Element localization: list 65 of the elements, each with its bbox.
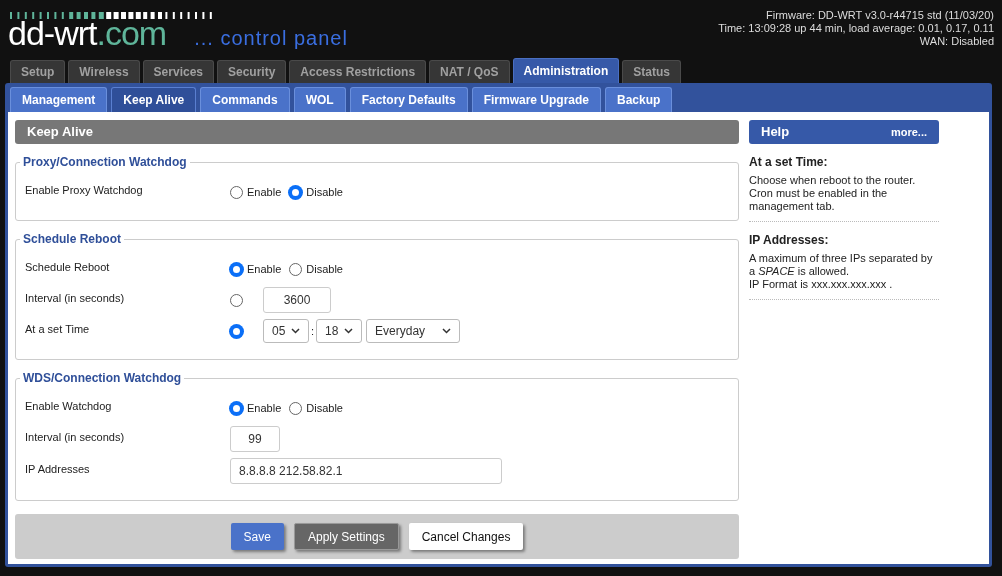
help-title: Help: [761, 123, 790, 142]
radio-button[interactable]: [230, 401, 243, 415]
radio-label: Enable: [247, 400, 282, 416]
field-label: At a set Time: [25, 321, 91, 337]
main-tab[interactable]: Security: [217, 60, 287, 83]
field-label: Enable Proxy Watchdog: [25, 182, 144, 198]
status-text: Time: 13:09:28 up 44 min, load average: 0.01, 0.17, 0.11: [718, 22, 994, 35]
field-label: Enable Watchdog: [25, 398, 113, 414]
page-title: Keep Alive: [15, 120, 739, 144]
radio-button[interactable]: [289, 401, 303, 415]
sub-tab[interactable]: Keep Alive: [111, 87, 197, 112]
radio-button[interactable]: [230, 324, 243, 338]
radio-label: Disable: [306, 261, 343, 277]
status-text: WAN: Disabled: [919, 35, 994, 48]
chevron-down-icon: [344, 328, 354, 334]
input-field[interactable]: 8.8.8.8 212.58.82.1: [230, 458, 502, 484]
dropdown[interactable]: 18: [316, 319, 363, 343]
more-link[interactable]: more...: [890, 123, 927, 141]
radio-label: Enable: [247, 184, 282, 200]
radio-button[interactable]: [230, 293, 243, 307]
sub-tab[interactable]: Firmware Upgrade: [471, 87, 602, 112]
main-tab[interactable]: NAT / QoS: [429, 60, 510, 83]
section-legend: WDS/Connection Watchdog: [20, 371, 185, 385]
dropdown[interactable]: Everyday: [366, 319, 461, 343]
field-label: Interval (in seconds): [25, 290, 126, 306]
sub-tab[interactable]: Factory Defaults: [349, 87, 468, 112]
help-text: A maximum of three IPs separated by a SPACE is allowed.: [749, 252, 934, 278]
radio-label: Disable: [306, 400, 343, 416]
sub-tab[interactable]: Backup: [605, 87, 673, 112]
action-button[interactable]: Cancel Changes: [408, 523, 524, 550]
main-tab[interactable]: Administration: [512, 58, 620, 83]
radio-button[interactable]: [289, 262, 303, 276]
field-label: Schedule Reboot: [25, 259, 111, 275]
time-separator: :: [311, 323, 315, 339]
main-tab[interactable]: Setup: [10, 60, 66, 83]
radio-label: Enable: [247, 261, 282, 277]
main-tab[interactable]: Wireless: [68, 60, 140, 83]
logo-text: dd-wrt.com: [8, 15, 167, 51]
help-heading: At a set Time:: [749, 156, 829, 169]
action-button[interactable]: Save: [230, 523, 284, 550]
radio-button[interactable]: [289, 185, 303, 199]
radio-button[interactable]: [230, 262, 243, 276]
logo-tagline: ... control panel: [194, 27, 348, 49]
action-button[interactable]: Apply Settings: [293, 523, 399, 550]
help-text: IP Format is xxx.xxx.xxx.xxx .: [749, 278, 894, 291]
section-legend: Proxy/Connection Watchdog: [20, 155, 190, 169]
input-field[interactable]: 3600: [263, 287, 331, 313]
section-legend: Schedule Reboot: [20, 232, 124, 246]
chevron-down-icon: [442, 328, 452, 334]
radio-button[interactable]: [230, 185, 243, 199]
dropdown[interactable]: 05: [263, 319, 309, 343]
main-tab[interactable]: Access Restrictions: [289, 60, 427, 83]
sub-tab[interactable]: WOL: [293, 87, 346, 112]
radio-label: Disable: [306, 184, 343, 200]
status-text: Firmware: DD-WRT v3.0-r44715 std (11/03/20): [765, 9, 994, 22]
main-tab[interactable]: Services: [142, 60, 214, 83]
main-tab[interactable]: Status: [622, 60, 681, 83]
sub-tab[interactable]: Commands: [200, 87, 290, 112]
field-label: Interval (in seconds): [25, 429, 126, 445]
input-field[interactable]: 99: [230, 426, 280, 452]
help-text: Choose when reboot to the router. Cron must be enabled in the management tab.: [749, 174, 917, 213]
sub-tab[interactable]: Management: [10, 87, 108, 112]
chevron-down-icon: [291, 328, 300, 334]
field-label: IP Addresses: [25, 461, 91, 477]
help-heading: IP Addresses:: [749, 234, 830, 247]
